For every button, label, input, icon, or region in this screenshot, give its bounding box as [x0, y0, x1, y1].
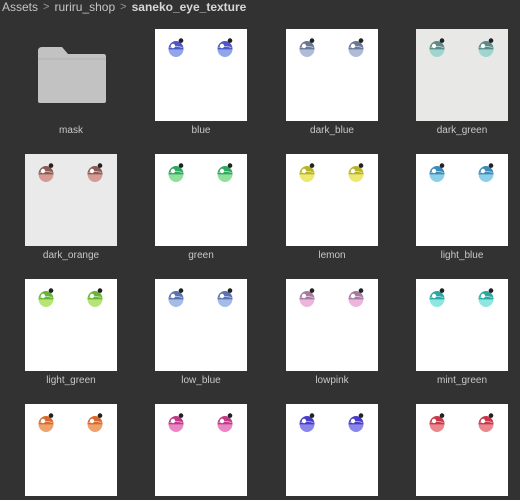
eye-right-image	[478, 163, 494, 182]
eye-left-image	[168, 38, 184, 57]
eye-right-image	[217, 38, 233, 57]
texture-item[interactable]: dark_orange	[0, 125, 130, 261]
texture-item[interactable]: light_blue	[391, 125, 520, 261]
texture-item[interactable]	[130, 375, 260, 500]
eye-right-image	[87, 163, 103, 182]
eye-left-image	[299, 413, 315, 432]
eye-left-image	[429, 163, 445, 182]
eye-left-image	[299, 38, 315, 57]
texture-item[interactable]: lowpink	[261, 250, 391, 386]
eye-right-image	[348, 163, 364, 182]
eye-right-image	[478, 288, 494, 307]
eye-right-image	[87, 288, 103, 307]
eye-left-image	[429, 38, 445, 57]
eye-left-image	[429, 288, 445, 307]
eye-right-image	[478, 413, 494, 432]
texture-thumbnail	[416, 154, 508, 246]
texture-thumbnail	[155, 404, 247, 496]
texture-item[interactable]: blue	[130, 0, 260, 136]
eye-right-image	[348, 288, 364, 307]
texture-item[interactable]: green	[130, 125, 260, 261]
texture-thumbnail	[155, 29, 247, 121]
eye-right-image	[87, 413, 103, 432]
asset-grid: mask blue dark_blue dark_green dark_orange gr…	[0, 0, 520, 497]
eye-left-image	[168, 288, 184, 307]
texture-item[interactable]	[0, 375, 130, 500]
eye-right-image	[348, 38, 364, 57]
texture-thumbnail	[25, 154, 117, 246]
folder-thumbnail	[25, 29, 117, 121]
texture-thumbnail	[25, 279, 117, 371]
texture-item[interactable]: dark_blue	[261, 0, 391, 136]
texture-item[interactable]: mint_green	[391, 250, 520, 386]
texture-item[interactable]: light_green	[0, 250, 130, 386]
texture-thumbnail	[416, 404, 508, 496]
folder-icon	[38, 47, 106, 103]
texture-thumbnail	[155, 279, 247, 371]
texture-thumbnail	[286, 279, 378, 371]
texture-thumbnail	[155, 154, 247, 246]
eye-left-image	[168, 413, 184, 432]
texture-thumbnail	[286, 404, 378, 496]
eye-left-image	[168, 163, 184, 182]
eye-right-image	[478, 38, 494, 57]
texture-thumbnail	[25, 404, 117, 496]
texture-thumbnail	[416, 29, 508, 121]
eye-left-image	[38, 413, 54, 432]
texture-item[interactable]: dark_green	[391, 0, 520, 136]
eye-right-image	[217, 163, 233, 182]
folder-item[interactable]: mask	[0, 0, 130, 136]
texture-thumbnail	[416, 279, 508, 371]
texture-item[interactable]: low_blue	[130, 250, 260, 386]
eye-left-image	[299, 288, 315, 307]
eye-right-image	[348, 413, 364, 432]
eye-left-image	[299, 163, 315, 182]
texture-item[interactable]	[261, 375, 391, 500]
eye-left-image	[38, 163, 54, 182]
eye-left-image	[429, 413, 445, 432]
texture-thumbnail	[286, 29, 378, 121]
texture-item[interactable]	[391, 375, 520, 500]
eye-right-image	[217, 413, 233, 432]
texture-item[interactable]: lemon	[261, 125, 391, 261]
texture-thumbnail	[286, 154, 378, 246]
eye-right-image	[217, 288, 233, 307]
eye-left-image	[38, 288, 54, 307]
